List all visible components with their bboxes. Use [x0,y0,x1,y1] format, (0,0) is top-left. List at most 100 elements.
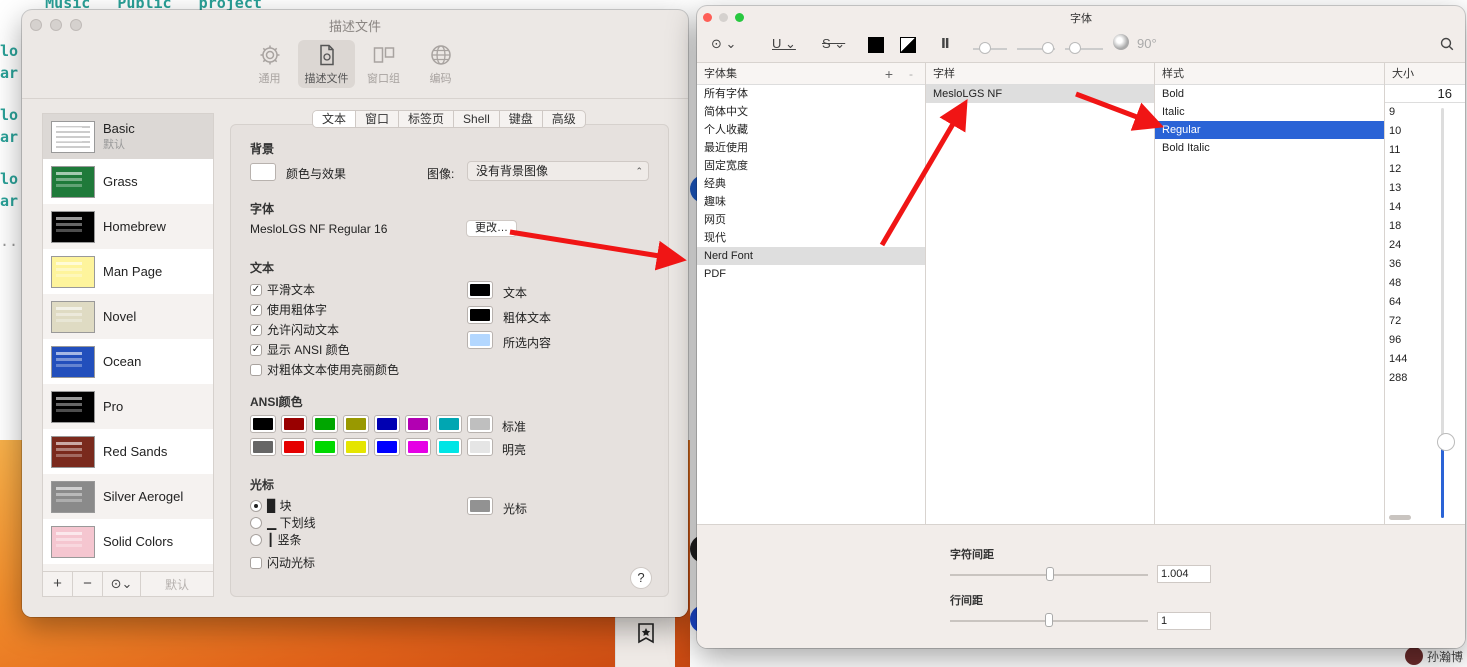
profile-item-grass[interactable]: Grass [43,159,213,204]
collection-item[interactable]: 最近使用 [697,139,925,157]
ansi-normal-color-2[interactable] [312,415,338,433]
ansi-normal-color-3[interactable] [343,415,369,433]
change-font-button[interactable]: 更改… [466,220,517,237]
size-item[interactable]: 18 [1385,217,1419,236]
action-menu-button[interactable]: ⊙ ⌄ [711,36,736,52]
cursor-block-radio[interactable]: ▉ 块 [250,497,292,514]
size-item[interactable]: 72 [1385,312,1419,331]
tab-keyboard[interactable]: 键盘 [500,111,543,127]
user-chip[interactable]: 孙瀚博 [1404,647,1463,665]
ansi-normal-color-4[interactable] [374,415,400,433]
toolbar-general[interactable]: 通用 [241,40,298,88]
ansi-normal-color-0[interactable] [250,415,276,433]
ansi-normal-color-5[interactable] [405,415,431,433]
bold-text-color-well[interactable] [467,306,493,324]
size-item[interactable]: 48 [1385,274,1419,293]
size-slider[interactable] [1441,108,1444,518]
collection-item[interactable]: 固定宽度 [697,157,925,175]
line-spacing-input[interactable]: 1 [1157,612,1211,630]
profile-item-ocean[interactable]: Ocean [43,339,213,384]
family-item[interactable]: MesloLGS NF [926,85,1154,103]
profile-item-red-sands[interactable]: Red Sands [43,429,213,474]
bright-bold-checkbox[interactable]: 对粗体文本使用亮丽颜色 [250,361,399,378]
size-item[interactable]: 10 [1385,122,1419,141]
style-item[interactable]: Italic [1155,103,1384,121]
smooth-text-checkbox[interactable]: ✓ 平滑文本 [250,281,315,298]
collection-item[interactable]: 网页 [697,211,925,229]
remove-profile-button[interactable]: − [73,572,103,596]
add-profile-button[interactable]: + [43,572,73,596]
tab-tab[interactable]: 标签页 [399,111,455,127]
background-color-well[interactable] [250,163,276,181]
tab-shell[interactable]: Shell [454,111,500,127]
size-item[interactable]: 36 [1385,255,1419,274]
collection-item[interactable]: 趣味 [697,193,925,211]
ansi-bright-color-6[interactable] [436,438,462,456]
cursor-bar-radio[interactable]: ┃ 竖条 [250,531,302,548]
add-collection-button[interactable]: + [885,63,893,85]
blink-cursor-checkbox[interactable]: 闪动光标 [250,554,315,571]
ansi-normal-color-6[interactable] [436,415,462,433]
search-icon[interactable] [1440,37,1454,51]
size-item[interactable]: 14 [1385,198,1419,217]
ansi-bright-color-5[interactable] [405,438,431,456]
blink-text-checkbox[interactable]: ✓ 允许闪动文本 [250,321,339,338]
toolbar-window-groups[interactable]: 窗口组 [355,40,412,88]
ansi-normal-color-1[interactable] [281,415,307,433]
paragraph-icon[interactable]: Ⅱ [941,36,950,52]
collection-item[interactable]: Nerd Font [697,247,925,265]
size-input[interactable]: 16 [1385,85,1465,103]
style-item[interactable]: Regular [1155,121,1384,139]
cursor-color-well[interactable] [467,497,493,515]
selection-color-well[interactable] [467,331,493,349]
collection-item[interactable]: 所有字体 [697,85,925,103]
size-item[interactable]: 9 [1385,103,1419,122]
ansi-bright-color-1[interactable] [281,438,307,456]
ansi-bright-color-0[interactable] [250,438,276,456]
ansi-bright-color-7[interactable] [467,438,493,456]
tab-advanced[interactable]: 高级 [543,111,585,127]
ansi-bright-color-2[interactable] [312,438,338,456]
size-item[interactable]: 13 [1385,179,1419,198]
collection-item[interactable]: 个人收藏 [697,121,925,139]
shadow-angle-dial[interactable] [1113,34,1129,50]
line-spacing-knob[interactable] [1045,613,1053,627]
profile-actions-menu[interactable]: ⊙⌄ [103,572,141,596]
size-item[interactable]: 11 [1385,141,1419,160]
profile-item-silver-aerogel[interactable]: Silver Aerogel [43,474,213,519]
cursor-underline-radio[interactable]: ▁ 下划线 [250,514,316,531]
char-spacing-knob[interactable] [1046,567,1054,581]
profile-item-man-page[interactable]: Man Page [43,249,213,294]
profile-item-solid-colors[interactable]: Solid Colors [43,519,213,564]
set-default-button[interactable]: 默认 [141,576,213,593]
collection-item[interactable]: 简体中文 [697,103,925,121]
tab-text[interactable]: 文本 [313,111,357,127]
strikethrough-menu-button[interactable]: S ⌄ [822,36,845,52]
ansi-colors-checkbox[interactable]: ✓ 显示 ANSI 颜色 [250,341,350,358]
size-slider-knob[interactable] [1437,433,1455,451]
profile-item-novel[interactable]: Novel [43,294,213,339]
toolbar-profiles[interactable]: 描述文件 [298,40,355,88]
size-item[interactable]: 64 [1385,293,1419,312]
profile-item-pro[interactable]: Pro [43,384,213,429]
bold-fonts-checkbox[interactable]: ✓ 使用粗体字 [250,301,327,318]
profile-item-basic[interactable]: Basic 默认 [43,114,213,159]
style-item[interactable]: Bold [1155,85,1384,103]
profile-item-homebrew[interactable]: Homebrew [43,204,213,249]
help-button[interactable]: ? [630,567,652,589]
ansi-normal-color-7[interactable] [467,415,493,433]
ansi-bright-color-4[interactable] [374,438,400,456]
slider-knob[interactable] [1069,42,1081,54]
collection-item[interactable]: 现代 [697,229,925,247]
document-color-button[interactable] [900,37,916,53]
toolbar-encodings[interactable]: 编码 [412,40,469,88]
text-color-well[interactable] [467,281,493,299]
collection-item[interactable]: 经典 [697,175,925,193]
ansi-bright-color-3[interactable] [343,438,369,456]
size-item[interactable]: 12 [1385,160,1419,179]
text-color-button[interactable] [868,37,884,53]
tab-window[interactable]: 窗口 [356,111,400,127]
slider-knob[interactable] [979,42,991,54]
size-item[interactable]: 288 [1385,369,1419,388]
size-item[interactable]: 144 [1385,350,1419,369]
